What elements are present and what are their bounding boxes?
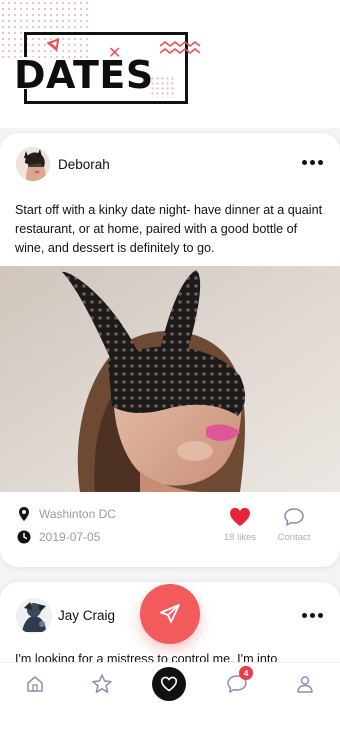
chat-bubble-icon (284, 508, 304, 526)
tab-dates[interactable] (152, 667, 186, 701)
post-location: Washinton DC (16, 506, 116, 522)
contact-label[interactable]: Contact (272, 532, 316, 543)
send-button[interactable] (140, 584, 200, 644)
like-count: 18 likes (223, 532, 257, 543)
post-date: 2019-07-05 (16, 529, 100, 545)
more-options-icon[interactable] (302, 608, 326, 622)
tab-messages[interactable]: 4 (222, 666, 253, 699)
tab-profile[interactable] (290, 669, 320, 699)
page-header: ✕ DATES (0, 0, 340, 128)
post-author[interactable]: Deborah (58, 157, 110, 172)
post-photo[interactable] (0, 266, 340, 492)
bottom-tab-bar: 4 (0, 662, 340, 706)
unread-badge: 4 (239, 666, 253, 680)
clock-icon (17, 530, 31, 544)
more-options-icon[interactable] (302, 155, 326, 169)
star-icon (92, 674, 112, 693)
profile-icon (297, 676, 313, 693)
post-card[interactable]: Deborah Start off with a kinky date nigh… (0, 133, 340, 567)
contact-button[interactable] (280, 505, 308, 533)
location-text: Washinton DC (39, 507, 116, 521)
send-icon (160, 604, 180, 623)
location-pin-icon (19, 507, 29, 521)
date-text: 2019-07-05 (39, 530, 101, 544)
bottom-safe-area (0, 706, 340, 736)
post-text: Start off with a kinky date night- have … (15, 203, 323, 255)
avatar[interactable] (16, 598, 52, 634)
decorative-dots (150, 76, 176, 98)
post-author[interactable]: Jay Craig (58, 608, 115, 623)
page-title: DATES (14, 53, 154, 97)
avatar[interactable] (16, 147, 50, 181)
tab-home[interactable] (20, 669, 50, 699)
heart-icon (230, 507, 250, 527)
post-header: Deborah (0, 133, 340, 197)
decorative-zigzag-icon (160, 40, 201, 55)
tab-favorites[interactable] (87, 669, 117, 699)
home-icon (27, 676, 43, 692)
heart-icon (160, 676, 178, 692)
